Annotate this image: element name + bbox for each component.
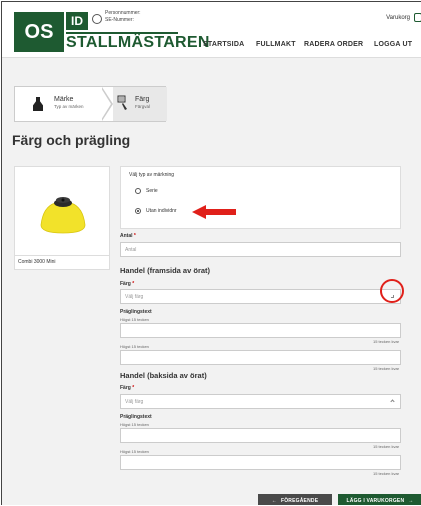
logo-id: ID (66, 12, 88, 30)
cart-icon[interactable] (414, 13, 421, 22)
front-praeg2-counter: 15 tecken kvar (372, 366, 399, 371)
product-name: Combi 3000 Mini (18, 259, 56, 265)
back-praeg1-label: Präglingstext (120, 414, 152, 420)
back-farg-label-text: Färg (120, 385, 131, 391)
back-praeg2-hint: Högst 15 tecken (120, 449, 149, 454)
marking-type-card: Välj typ av märkning Serie Utan individn… (120, 166, 401, 229)
yellow-ear-tag-icon (40, 197, 86, 234)
radio-utan-individnr[interactable] (135, 208, 141, 214)
product-caption: Combi 3000 Mini (14, 256, 110, 270)
radio-serie[interactable] (135, 188, 141, 194)
nav-fullmakt[interactable]: FULLMAKT (256, 41, 296, 48)
required-marker: * (132, 281, 135, 287)
front-praeg1-input[interactable] (120, 323, 401, 338)
site-header: OS ID STALLMÄSTAREN Personnummer: SE-Num… (2, 2, 421, 58)
front-praeg2-input[interactable] (120, 350, 401, 365)
front-farg-value: Välj färg (125, 294, 144, 300)
front-farg-label: Färg * (120, 281, 134, 287)
person-info: Personnummer: SE-Nummer: (105, 10, 141, 24)
add-to-cart-button[interactable]: LÄGG I VARUKORGEN → (338, 494, 421, 505)
marking-type-title: Välj typ av märkning (129, 172, 175, 178)
front-praeg1-counter: 15 tecken kvar (372, 339, 399, 344)
se-number-label: SE-Nummer: (105, 17, 134, 23)
back-farg-select[interactable]: Välj färg (120, 394, 401, 409)
back-farg-value: Välj färg (125, 399, 144, 405)
back-praeg2-input[interactable] (120, 455, 401, 470)
previous-button-label: FÖREGÅENDE (280, 497, 319, 504)
required-marker: * (132, 385, 135, 391)
person-icon (92, 14, 102, 24)
antal-label: Antal * (120, 233, 136, 239)
front-farg-select[interactable]: Välj färg (120, 289, 401, 304)
page-frame: OS ID STALLMÄSTAREN Personnummer: SE-Num… (1, 1, 421, 505)
paint-brush-icon (117, 95, 127, 110)
front-heading: Handel (framsida av örat) (120, 266, 211, 275)
front-farg-label-text: Färg (120, 281, 131, 287)
arrow-right-icon: → (408, 497, 414, 504)
ear-tag-icon (33, 97, 43, 111)
previous-button[interactable]: ← FÖREGÅENDE (258, 494, 332, 505)
step-farg-title[interactable]: Färg (135, 96, 149, 103)
arrow-left-icon: ← (271, 497, 277, 504)
radio-utan-individnr-label[interactable]: Utan individnr (146, 208, 177, 214)
nav-radera-order[interactable]: RADERA ORDER (304, 41, 363, 48)
back-praeg2-counter: 15 tecken kvar (372, 471, 399, 476)
back-praeg1-counter: 15 tecken kvar (372, 444, 399, 449)
step-marke-subtitle: Typ av märken (54, 104, 84, 109)
front-praeg1-hint: Högst 15 tecken (120, 317, 149, 322)
back-farg-label: Färg * (120, 385, 134, 391)
front-praeg2-hint: Högst 15 tecken (120, 344, 149, 349)
antal-label-text: Antal (120, 233, 133, 239)
logo-name[interactable]: STALLMÄSTAREN (66, 34, 210, 52)
cart-link[interactable]: Varukorg (386, 15, 410, 21)
add-to-cart-label: LÄGG I VARUKORGEN (346, 497, 405, 504)
step-indicator: Märke Typ av märken Färg Färgval (14, 86, 167, 122)
page-title: Färg och prägling (12, 132, 131, 148)
antal-input[interactable]: Antal (120, 242, 401, 257)
front-praeg1-label: Präglingstext (120, 309, 152, 315)
back-praeg1-input[interactable] (120, 428, 401, 443)
step-separator-inner (101, 88, 111, 120)
back-praeg1-hint: Högst 15 tecken (120, 422, 149, 427)
annotation-arrow-icon (192, 205, 236, 219)
step-marke-title[interactable]: Märke (54, 96, 73, 103)
back-heading: Handel (baksida av örat) (120, 371, 207, 380)
person-number-label: Personnummer: (105, 10, 141, 16)
required-marker: * (133, 233, 136, 239)
nav-startsida[interactable]: STARTSIDA (203, 41, 244, 48)
step-farg-subtitle: Färgval (135, 104, 151, 109)
nav-logga-ut[interactable]: LOGGA UT (374, 41, 412, 48)
logo-os[interactable]: OS (14, 12, 64, 52)
product-image (14, 166, 110, 256)
radio-serie-label[interactable]: Serie (146, 188, 158, 194)
annotation-circle (380, 279, 404, 303)
chevron-up-icon (390, 399, 395, 404)
